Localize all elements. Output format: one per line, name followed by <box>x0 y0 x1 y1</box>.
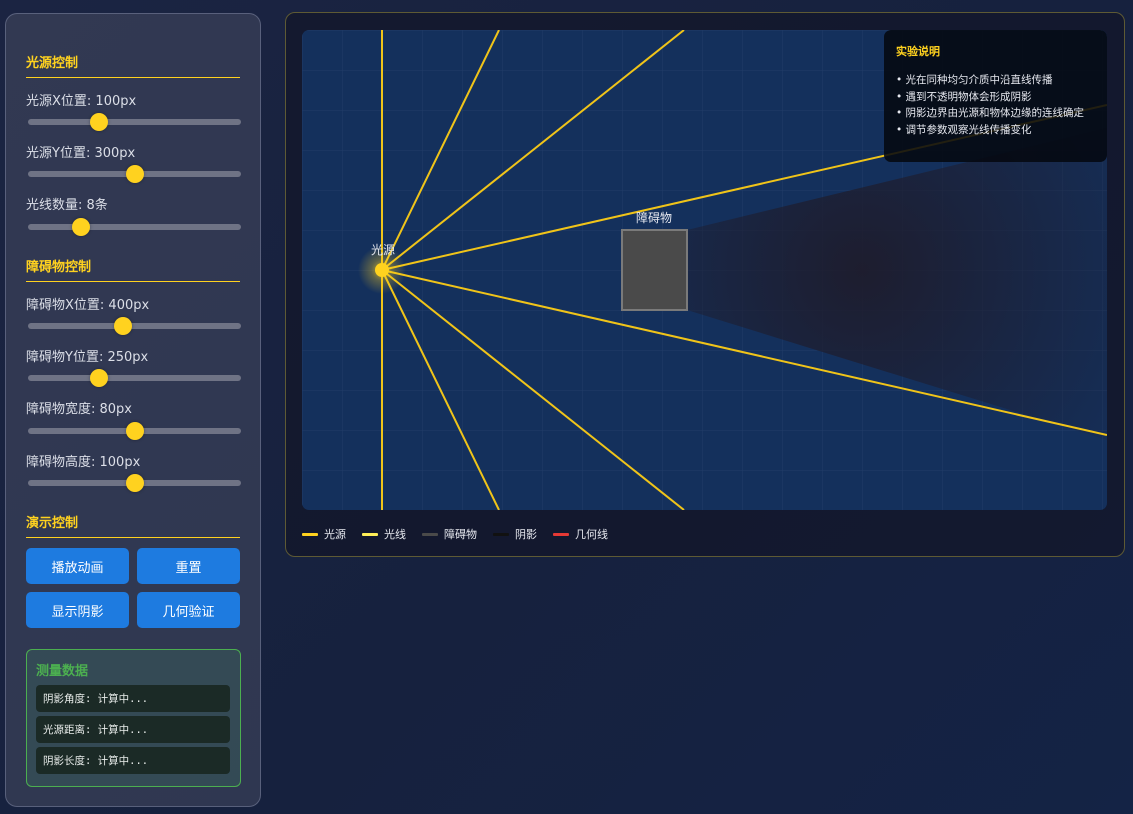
ray-count-slider[interactable] <box>28 218 241 236</box>
legend-label: 几何线 <box>575 528 608 541</box>
ray-count-slider-thumb[interactable] <box>72 218 91 236</box>
light-section-title: 光源控制 <box>26 52 240 78</box>
light-x-slider-thumb[interactable] <box>89 113 108 131</box>
demo-section-title: 演示控制 <box>26 512 240 538</box>
info-line: • 光在同种均匀介质中沿直线传播 <box>896 74 1053 86</box>
control-sidebar: 光源控制 光源X位置: 100px 光源Y位置: 300px 光线数量: 8条 … <box>5 13 261 807</box>
ray-count-label: 光线数量: 8条 <box>26 198 108 213</box>
legend-item-geometry: 几何线 <box>553 526 608 542</box>
legend: 光源 光线 障碍物 阴影 几何线 <box>302 526 624 542</box>
legend-item-obstacle: 障碍物 <box>422 526 477 542</box>
light-source[interactable] <box>375 263 389 277</box>
light-y-slider[interactable] <box>28 165 241 183</box>
obstacle-width-slider[interactable] <box>28 422 241 440</box>
obstacle-y-slider[interactable] <box>28 369 241 387</box>
light-source-label: 光源 <box>371 243 395 257</box>
simulation-panel: 障碍物 光源 实验说明 • 光在同种均匀介质中沿直线传播 • 遇到不透明物体会形… <box>285 12 1125 557</box>
light-y-slider-thumb[interactable] <box>125 165 144 183</box>
light-y-label: 光源Y位置: 300px <box>26 146 136 161</box>
obstacle[interactable] <box>621 229 688 311</box>
legend-swatch <box>422 532 438 536</box>
show-shadow-button[interactable]: 显示阴影 <box>26 592 129 628</box>
obstacle-x-slider[interactable] <box>28 317 241 335</box>
info-line: • 遇到不透明物体会形成阴影 <box>896 91 1032 103</box>
light-x-slider[interactable] <box>28 113 241 131</box>
measurement-title: 测量数据 <box>36 664 89 679</box>
legend-label: 光源 <box>324 528 346 541</box>
obstacle-width-label: 障碍物宽度: 80px <box>26 402 132 417</box>
obstacle-y-label: 障碍物Y位置: 250px <box>26 350 149 365</box>
info-title: 实验说明 <box>896 45 940 58</box>
geometry-verify-button[interactable]: 几何验证 <box>137 592 240 628</box>
obstacle-width-slider-thumb[interactable] <box>125 422 144 440</box>
obstacle-height-label: 障碍物高度: 100px <box>26 455 141 470</box>
legend-label: 障碍物 <box>444 528 477 541</box>
legend-item-shadow: 阴影 <box>493 526 537 542</box>
legend-label: 阴影 <box>515 528 537 541</box>
obstacle-height-slider-thumb[interactable] <box>125 474 144 492</box>
obstacle-x-slider-thumb[interactable] <box>113 317 132 335</box>
obstacle-x-label: 障碍物X位置: 400px <box>26 298 150 313</box>
legend-item-light: 光源 <box>302 526 346 542</box>
legend-swatch <box>362 532 378 536</box>
legend-swatch <box>493 532 509 536</box>
experiment-info-box: 实验说明 • 光在同种均匀介质中沿直线传播 • 遇到不透明物体会形成阴影 • 阴… <box>884 30 1107 162</box>
info-line: • 调节参数观察光线传播变化 <box>896 124 1032 136</box>
measurement-panel: 测量数据 阴影角度: 计算中... 光源距离: 计算中... 阴影长度: 计算中… <box>26 649 241 787</box>
legend-label: 光线 <box>384 528 406 541</box>
obstacle-label: 障碍物 <box>636 210 672 225</box>
info-line: • 阴影边界由光源和物体边缘的连线确定 <box>896 107 1085 119</box>
play-animation-button[interactable]: 播放动画 <box>26 548 129 584</box>
obstacle-section-title: 障碍物控制 <box>26 256 240 282</box>
shadow-length-readout: 阴影长度: 计算中... <box>36 747 230 774</box>
simulation-canvas[interactable]: 障碍物 光源 实验说明 • 光在同种均匀介质中沿直线传播 • 遇到不透明物体会形… <box>302 30 1107 510</box>
obstacle-height-slider[interactable] <box>28 474 241 492</box>
shadow-angle-readout: 阴影角度: 计算中... <box>36 685 230 712</box>
light-distance-readout: 光源距离: 计算中... <box>36 716 230 743</box>
legend-item-ray: 光线 <box>362 526 406 542</box>
legend-swatch <box>553 532 569 536</box>
obstacle-y-slider-thumb[interactable] <box>89 369 108 387</box>
light-x-label: 光源X位置: 100px <box>26 94 137 109</box>
legend-swatch <box>302 532 318 536</box>
reset-button[interactable]: 重置 <box>137 548 240 584</box>
